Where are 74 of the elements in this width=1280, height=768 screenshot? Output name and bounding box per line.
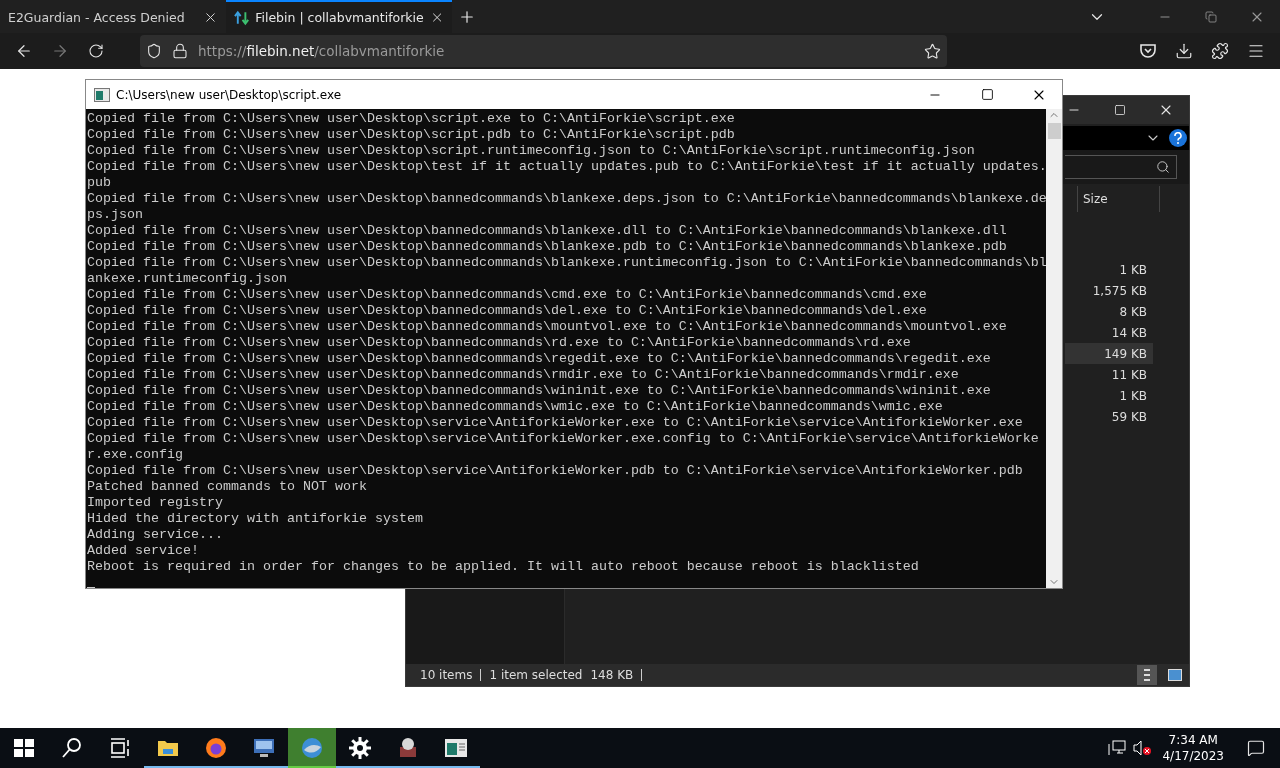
console-line: Copied file from C:\Users\new user\Desktop\test if it actually updates.pub to C:\AntiForkie\test if it actually updates.pub [87,159,1047,191]
file-size[interactable]: 14 KB [1065,322,1153,343]
search-icon[interactable] [60,736,84,760]
console-line: Copied file from C:\Users\new user\Desktop\bannedcommands\wmic.exe to C:\AntiForkie\bannedcommands\wmic.exe [87,399,944,415]
file-size[interactable]: 1,575 KB [1065,280,1153,301]
browser-tab[interactable]: E2Guardian - Access Denied [0,0,226,33]
item-count: 10 items [420,668,473,682]
file-size[interactable]: 149 KB [1065,343,1153,364]
search-field[interactable] [1065,155,1177,179]
maximize-icon[interactable] [980,88,994,101]
muted-speaker-icon[interactable] [1133,740,1152,756]
console-line: Added service! [87,543,200,559]
console-line: Reboot is required in order for changes to be applied. It will auto reboot because reboot is blacklisted [87,559,920,575]
forward-icon[interactable] [51,42,69,60]
window-title: C:\Users\new user\Desktop\script.exe [116,87,342,102]
file-size[interactable]: 59 KB [1065,406,1153,427]
file-size[interactable]: 11 KB [1065,364,1153,385]
scrollbar[interactable] [1046,109,1062,588]
clock[interactable]: 7:34 AM 4/17/2023 [1154,728,1232,768]
file-size[interactable]: 1 KB [1065,385,1153,406]
console-line: Copied file from C:\Users\new user\Desktop\bannedcommands\mountvol.exe to C:\AntiForkie\bannedcommands\mountvol.exe [87,319,1008,335]
selection-size: 148 KB [590,668,634,682]
console-line: Copied file from C:\Users\new user\Desktop\bannedcommands\del.exe to C:\AntiForkie\bannedcommands\del.exe [87,303,928,319]
console-line: Copied file from C:\Users\new user\Desktop\bannedcommands\rmdir.exe to C:\AntiForkie\bannedcommands\rmdir.exe [87,367,960,383]
console-line: Copied file from C:\Users\new user\Desktop\script.pdb to C:\AntiForkie\script.pdb [87,127,736,143]
details-view-icon[interactable] [1137,665,1157,685]
windows-icon[interactable] [12,736,36,760]
console-line: Copied file from C:\Users\new user\Desktop\bannedcommands\blankexe.runtimeconfig.json to C:\AntiForkie\bannedcommands\blankexe.runtimeconfig.json [87,255,1047,287]
console-line: Copied file from C:\Users\new user\Desktop\bannedcommands\blankexe.dll to C:\AntiForkie\bannedcommands\blankexe.dll [87,223,1008,239]
console-line: Copied file from C:\Users\new user\Desktop\bannedcommands\blankexe.pdb to C:\AntiForkie\bannedcommands\blankexe.pdb [87,239,1008,255]
console-line: Patched banned commands to NOT work [87,479,368,495]
console-line: Copied file from C:\Users\new user\Desktop\script.exe to C:\AntiForkie\script.exe [87,111,736,127]
console-window-icon [94,87,110,102]
console-line: Copied file from C:\Users\new user\Desktop\bannedcommands\rd.exe to C:\AntiForkie\bannedcommands\rd.exe [87,335,912,351]
browser-tab[interactable]: Filebin | collabvmantiforkie [226,0,452,33]
star-icon[interactable] [924,42,941,60]
menu-icon[interactable] [1247,42,1265,60]
console-line: Imported registry [87,495,224,511]
download-icon[interactable] [1175,42,1193,60]
lock-icon [172,43,188,59]
notifications-icon[interactable] [1247,739,1265,757]
file-size[interactable]: 8 KB [1065,301,1153,322]
close-icon[interactable] [203,10,218,25]
restore-icon[interactable] [1205,10,1217,23]
console-line: Copied file from C:\Users\new user\Desktop\bannedcommands\regedit.exe to C:\AntiForkie\bannedcommands\regedit.exe [87,351,992,367]
url-text: https://filebin.net/collabvmantiforkie [198,43,446,59]
console-window-icon[interactable] [444,736,468,760]
monitor-icon[interactable] [252,736,276,760]
console-line: Copied file from C:\Users\new user\Desktop\bannedcommands\wininit.exe to C:\AntiForkie\bannedcommands\wininit.exe [87,383,992,399]
console-line: Copied file from C:\Users\new user\Desktop\bannedcommands\blankexe.deps.json to C:\AntiForkie\bannedcommands\blankexe.deps.json [87,191,1047,223]
console-line: Copied file from C:\Users\new user\Desktop\service\AntiforkieWorker.exe to C:\AntiForkie\service\AntiforkieWorker.exe [87,415,1024,431]
network-icon[interactable] [1108,740,1127,756]
scrollbar-thumb[interactable] [1047,123,1061,139]
console-line: Copied file from C:\Users\new user\Desktop\service\AntiforkieWorker.exe.config to C:\AntiForkie\service\AntiforkieWorker.exe.config [87,431,1040,463]
column-header[interactable]: Size [1077,186,1160,212]
address-bar[interactable]: https://filebin.net/collabvmantiforkie [140,35,947,67]
console-line: Copied file from C:\Users\new user\Desktop\bannedcommands\cmd.exe to C:\AntiForkie\bannedcommands\cmd.exe [87,287,928,303]
reload-icon[interactable] [88,43,104,59]
task-view-icon[interactable] [108,736,132,760]
globe-icon[interactable] [300,736,324,760]
console-line: Adding service... [87,527,224,543]
arrows-icon [234,9,250,26]
selection-count: 1 item selected [489,668,583,682]
console-line: Hided the directory with antiforkie system [87,511,424,527]
console-line: Copied file from C:\Users\new user\Desktop\service\AntiforkieWorker.pdb to C:\AntiForkie\service\AntiforkieWorker.pdb [87,463,1024,479]
console-line: Copied file from C:\Users\new user\Desktop\script.runtimeconfig.json to C:\AntiForkie\script.runtimeconfig.json [87,143,976,159]
file-size[interactable]: 1 KB [1065,259,1153,280]
search-icon [1156,160,1170,174]
shield-icon [146,43,162,59]
back-icon[interactable] [15,42,33,60]
pocket-icon[interactable] [1139,42,1157,60]
settings-icon[interactable] [348,736,372,760]
extensions-icon[interactable] [1211,42,1229,60]
help-icon[interactable] [1169,129,1187,147]
